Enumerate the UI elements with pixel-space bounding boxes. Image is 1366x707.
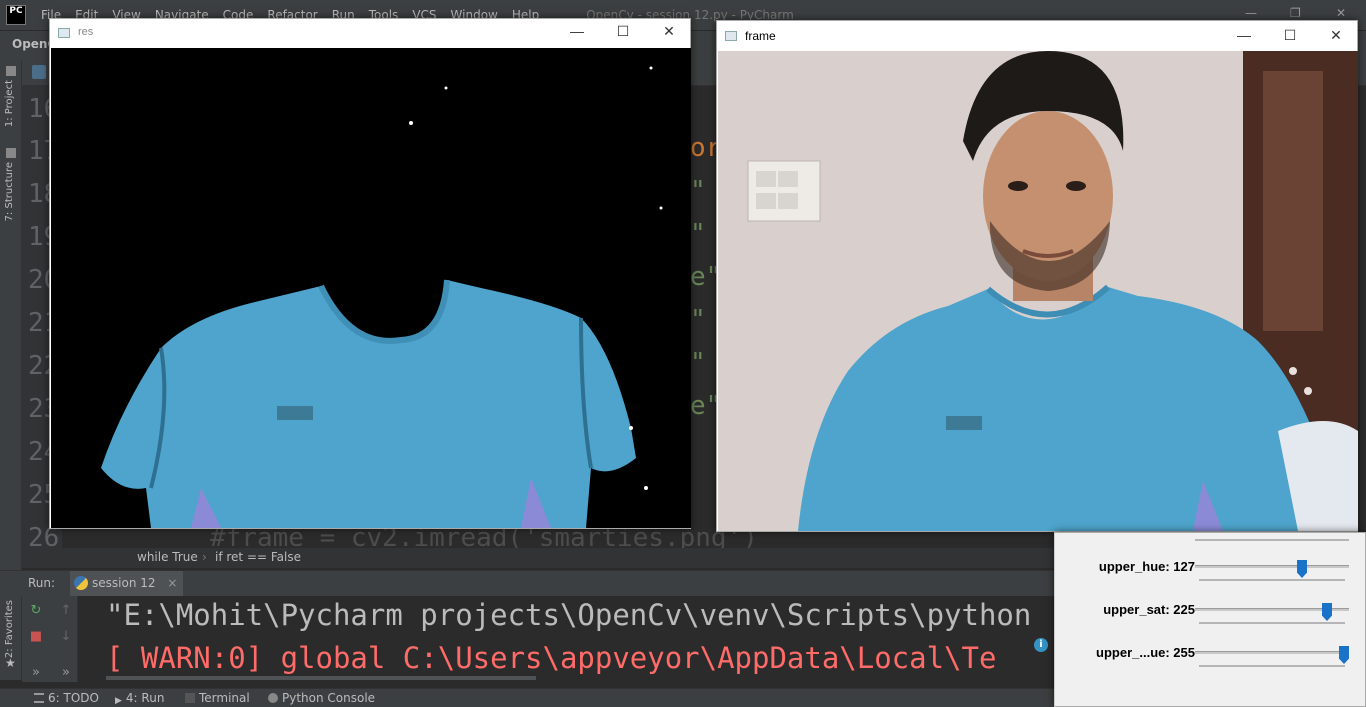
statusbar-todo[interactable]: 6: TODO (34, 691, 99, 705)
run-tab-label: session 12 (92, 576, 156, 590)
arrow-up-icon[interactable]: ↑ (59, 604, 73, 618)
close-icon[interactable]: ✕ (662, 24, 676, 38)
python-console-icon (268, 693, 278, 703)
run-toolbar-secondary: ↑ ↓ » (52, 596, 78, 682)
expand-icon[interactable]: » (29, 666, 43, 680)
close-icon[interactable]: × (167, 576, 177, 590)
trackbar-upper-value[interactable]: upper_...ue: 255 (1055, 645, 1366, 685)
tool-structure[interactable]: 7: Structure (4, 162, 15, 221)
res-image (51, 48, 691, 528)
trackbar-upper-sat[interactable]: upper_sat: 225 (1055, 602, 1366, 642)
statusbar-terminal[interactable]: Terminal (185, 691, 250, 705)
pycharm-logo-icon: PC (6, 5, 26, 25)
trackbar-track[interactable] (1195, 646, 1349, 664)
trackbar-ticks (1199, 622, 1345, 624)
run-label: Run: (28, 576, 56, 590)
trackbar-thumb[interactable] (1297, 560, 1307, 578)
project-tool-icon[interactable] (6, 66, 16, 76)
frame-window-title: frame (745, 29, 776, 43)
rerun-icon[interactable]: ↻ (29, 604, 43, 618)
maximize-icon[interactable]: ☐ (616, 24, 630, 38)
statusbar-run[interactable]: ▶ 4: Run (115, 691, 164, 706)
res-window[interactable]: res — ☐ ✕ (49, 18, 691, 529)
console-scrollbar[interactable] (106, 676, 536, 680)
python-file-icon[interactable] (32, 65, 46, 79)
trackbar-upper-hue[interactable]: upper_hue: 127 (1055, 559, 1366, 599)
trackbar-thumb[interactable] (1339, 646, 1349, 664)
code-breadcrumb-bar: while True › if ret == False (22, 548, 1066, 568)
stop-icon[interactable]: ■ (29, 630, 43, 644)
console-warn-line: [ WARN:0] global C:\Users\appveyor\AppDa… (106, 641, 997, 675)
console-line: "E:\Mohit\Pycharm projects\OpenCv\venv\S… (106, 598, 1032, 632)
trackbar-track[interactable] (1195, 560, 1349, 578)
breadcrumb-separator-icon: › (202, 550, 207, 564)
python-icon (74, 576, 88, 590)
frame-image (718, 51, 1358, 531)
minimize-icon[interactable]: — (1237, 28, 1251, 42)
webcam-frame-image (718, 51, 1358, 531)
code-fragment: " (690, 219, 706, 249)
run-console[interactable]: "E:\Mohit\Pycharm projects\OpenCv\venv\S… (78, 596, 1068, 682)
ide-close-icon[interactable]: ✕ (1336, 6, 1346, 20)
window-icon (58, 28, 70, 38)
run-toolbar: ↻ ■ » (22, 596, 52, 682)
frame-window[interactable]: frame — ☐ ✕ (716, 20, 1358, 532)
code-fragment: " (690, 305, 706, 335)
structure-tool-icon[interactable] (6, 148, 16, 158)
trackbar-ticks (1199, 579, 1345, 581)
masked-shirt-image (51, 48, 691, 528)
tool-project[interactable]: 1: Project (4, 80, 15, 127)
favorites-star-icon[interactable]: ★ (5, 656, 16, 670)
code-fragment: " (690, 348, 706, 378)
breadcrumb-if[interactable]: if ret == False (215, 550, 301, 564)
terminal-icon (185, 693, 195, 703)
close-icon[interactable]: ✕ (1329, 28, 1343, 42)
trackbar-thumb[interactable] (1322, 603, 1332, 621)
trackbar-label: upper_hue: 127 (1098, 559, 1195, 574)
res-window-title: res (78, 26, 94, 38)
statusbar-python-console[interactable]: Python Console (268, 691, 375, 705)
tool-favorites[interactable]: 2: Favorites (4, 600, 15, 658)
minimize-icon[interactable]: — (570, 24, 584, 38)
ide-minimize-icon[interactable]: — (1245, 6, 1257, 20)
frame-titlebar[interactable]: frame — ☐ ✕ (717, 21, 1357, 51)
trackbar-ticks (1199, 665, 1345, 667)
run-tab-session12[interactable]: session 12 × (70, 571, 184, 597)
trackbar-label: upper_sat: 225 (1103, 602, 1195, 617)
ide-restore-icon[interactable]: ❐ (1290, 6, 1301, 20)
arrow-down-icon[interactable]: ↓ (59, 630, 73, 644)
res-titlebar[interactable]: res — ☐ ✕ (50, 19, 690, 48)
breadcrumb-while[interactable]: while True (137, 550, 198, 564)
trackbar-window[interactable]: upper_hue: 127 upper_sat: 225 upper_...u… (1054, 532, 1366, 707)
run-icon: ▶ (115, 696, 122, 706)
window-icon (725, 31, 737, 41)
trackbar-label: upper_...ue: 255 (1096, 645, 1195, 660)
maximize-icon[interactable]: ☐ (1283, 28, 1297, 42)
trackbar-ticks-top (1195, 539, 1349, 541)
list-icon (34, 693, 44, 703)
trackbar-track[interactable] (1195, 603, 1349, 621)
code-fragment: " (690, 176, 706, 206)
info-icon[interactable]: i (1034, 638, 1048, 652)
expand-icon[interactable]: » (59, 666, 73, 680)
